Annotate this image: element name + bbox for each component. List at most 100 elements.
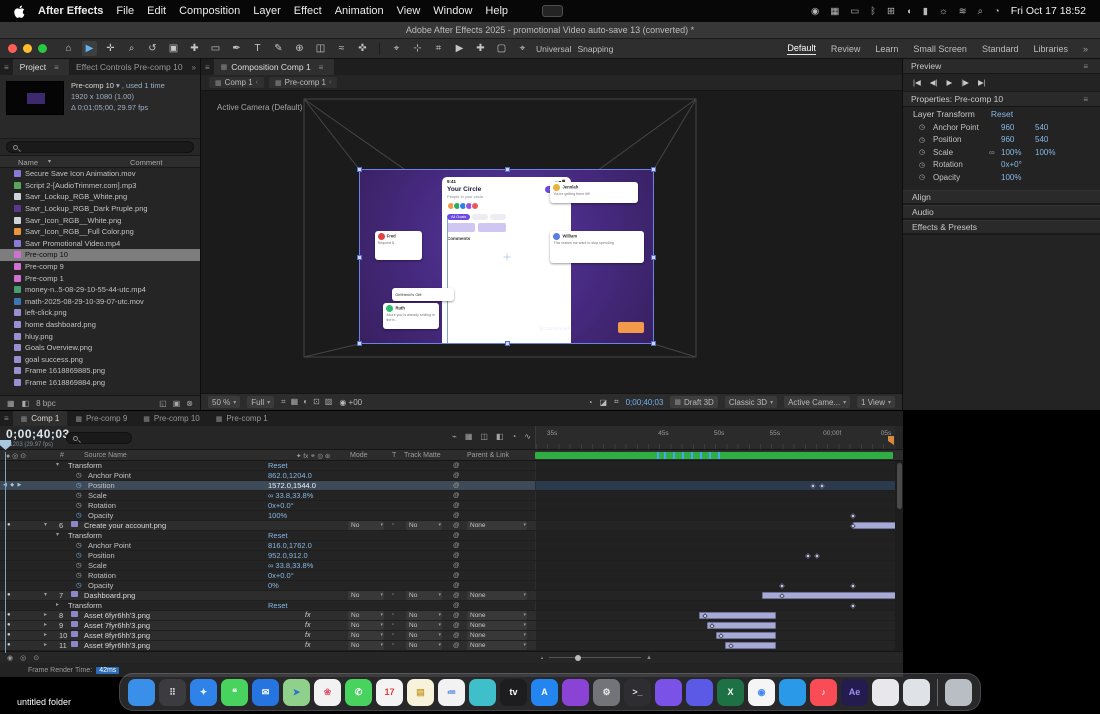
track-matte-toggle[interactable]: ▫ (392, 521, 394, 530)
property-value[interactable]: ∞ 33.8,33.8% (268, 561, 313, 570)
parent-link-dropdown[interactable]: None (467, 631, 527, 640)
motion-blur-icon[interactable]: ◔ (512, 432, 517, 441)
draft-3d-icon[interactable]: ▦ (465, 432, 473, 441)
previous-frame-button[interactable]: ◀| (930, 78, 938, 87)
property-label[interactable]: Opacity (88, 581, 113, 590)
timeline-tab[interactable]: ▦ Pre-comp 9 (67, 411, 135, 426)
layer-duration-bar[interactable] (706, 622, 777, 629)
chrome-dock-icon[interactable]: ◉ (748, 678, 775, 706)
timeline-track[interactable] (535, 611, 903, 620)
blend-mode-dropdown[interactable]: No (348, 521, 384, 530)
blend-mode-dropdown[interactable]: No (348, 621, 384, 630)
safe-guides-icon[interactable]: ⌗ (281, 397, 286, 407)
region-of-interest-icon[interactable]: ⊡ (313, 397, 320, 407)
selection-handle[interactable] (504, 341, 510, 346)
stopwatch-icon[interactable]: ◷ (76, 481, 82, 490)
twirl-icon[interactable]: ▸ (44, 641, 47, 650)
transparency-grid-icon[interactable]: ▨ (325, 397, 333, 407)
zoom-out-icon[interactable]: ▲ (540, 655, 544, 660)
property-value[interactable]: 540 (1035, 135, 1069, 144)
exposure-control[interactable]: ◉ +00 (339, 398, 362, 407)
property-value[interactable]: ∞ 33.8,33.8% (268, 491, 313, 500)
property-value[interactable]: 0x+0° (1001, 160, 1035, 169)
volume-icon[interactable]: ◖ (906, 6, 912, 17)
timeline-property-row[interactable]: ◷ Anchor Point 862.0,1204.0 @ (0, 471, 903, 481)
apple-menu-icon[interactable] (14, 4, 25, 18)
layer-source-name[interactable]: Asset 7fyr6hh'3.png (84, 621, 150, 630)
freeform-dock-icon[interactable] (469, 678, 496, 706)
properties-panel-header[interactable]: Properties: Pre-comp 10 ≡ (903, 92, 1100, 107)
stage-manager-icon[interactable]: ▦ (830, 6, 839, 17)
launchpad-dock-icon[interactable]: ⠿ (159, 678, 186, 706)
property-label[interactable]: Anchor Point (88, 541, 131, 550)
track-matte-toggle[interactable]: ▫ (392, 641, 394, 650)
project-item[interactable]: hluy.png (0, 330, 200, 342)
more-tabs-icon[interactable]: » (188, 63, 200, 72)
timeline-layer-row[interactable]: ● ▾ 7 Dashboard.png No ▫ No @ None (0, 591, 903, 601)
fast-previews-icon[interactable]: ◪ (600, 398, 608, 407)
track-matte-toggle[interactable]: ▫ (392, 631, 394, 640)
property-label[interactable]: Position (88, 551, 115, 560)
column-mode[interactable]: Mode (350, 452, 368, 459)
renderer-dropdown[interactable]: Classic 3D ▾ (724, 396, 778, 408)
layer-visibility-icon[interactable]: ● (7, 641, 11, 650)
snap-target-icon[interactable]: ⌖ (515, 41, 530, 56)
expand-layers-icon[interactable]: ◉ (7, 654, 13, 662)
reset-link[interactable]: Reset (268, 461, 288, 470)
channels-icon[interactable]: ◐ (303, 397, 308, 407)
workspace-tab[interactable]: Learn (875, 44, 898, 54)
parent-pickwhip-icon[interactable]: @ (453, 521, 460, 530)
composition-viewer[interactable]: Active Camera (Default) 9:41 ▂▄▆ Your Ci… (201, 91, 902, 393)
delete-icon[interactable]: ⊗ (186, 399, 193, 408)
blend-mode-dropdown[interactable]: No (348, 641, 384, 650)
universal-mode-label[interactable]: Universal (536, 44, 571, 54)
property-label[interactable]: Scale (88, 561, 107, 570)
breadcrumb-comp[interactable]: ▦ Comp 1 ‹ (209, 77, 264, 88)
property-value[interactable]: 0x+0.0° (268, 501, 294, 510)
trash-dock-icon[interactable] (945, 678, 972, 706)
property-group-label[interactable]: Transform (68, 461, 102, 470)
timeline-zoom-slider[interactable]: ▲ ▲ (540, 654, 652, 661)
home-tool[interactable]: ⌂ (61, 41, 76, 56)
vscode-dock-icon[interactable] (779, 678, 806, 706)
track-matte-dropdown[interactable]: No (406, 641, 442, 650)
property-pickwhip-icon[interactable]: @ (453, 461, 460, 470)
workspace-tab[interactable]: Libraries (1033, 44, 1068, 54)
excel-dock-icon[interactable]: X (717, 678, 744, 706)
menu-item[interactable]: View (397, 5, 421, 17)
twirl-icon[interactable]: ▸ (56, 601, 59, 610)
pixel-aspect-icon[interactable]: ⌗ (614, 397, 619, 407)
effects-active-icon[interactable]: fx (305, 631, 310, 640)
panel-section-header[interactable]: Effects & Presets (903, 219, 1100, 235)
property-pickwhip-icon[interactable]: @ (453, 541, 460, 550)
layer-duration-bar[interactable] (715, 632, 777, 639)
type-tool[interactable]: T (250, 41, 265, 56)
view-layout-dropdown[interactable]: 1 View ▾ (857, 396, 895, 408)
timeline-layer-row[interactable]: ● ▸ 11 Asset 9fyr6hh'3.png fx No ▫ No @ None (0, 641, 903, 651)
battery-icon[interactable]: ▮ (923, 6, 928, 17)
project-item[interactable]: goal success.png (0, 354, 200, 366)
property-pickwhip-icon[interactable]: @ (453, 481, 460, 490)
tab-effect-controls[interactable]: Effect Controls Pre-comp 10 (69, 59, 188, 75)
zoom-in-icon[interactable]: ▲ (646, 655, 652, 661)
iphone-mirroring-dock-icon[interactable] (655, 678, 682, 706)
workspace-tab[interactable]: Small Screen (913, 44, 967, 54)
property-label[interactable]: Opacity (88, 511, 113, 520)
timeline-track[interactable] (535, 581, 903, 590)
property-pickwhip-icon[interactable]: @ (453, 501, 460, 510)
stopwatch-icon[interactable]: ◷ (76, 541, 82, 550)
hand-tool[interactable]: ✛ (103, 41, 118, 56)
timeline-track[interactable] (535, 511, 903, 520)
timeline-track[interactable] (535, 471, 903, 480)
motion-blur-toggle-icon[interactable]: ⊙ (33, 654, 39, 662)
panel-menu-icon[interactable]: ≡ (1079, 62, 1092, 71)
timeline-layer-row[interactable]: ● ▸ 9 Asset 7fyr6hh'3.png fx No ▫ No @ None (0, 621, 903, 631)
screen-mirroring-icon[interactable]: ⊞ (887, 6, 895, 17)
first-frame-button[interactable]: |◀ (913, 78, 921, 87)
timeline-search-input[interactable] (66, 432, 132, 444)
column-track-matte[interactable]: Track Matte (404, 452, 441, 459)
property-pickwhip-icon[interactable]: @ (453, 531, 460, 540)
project-item[interactable]: Savr_Icon_RGB__Full Color.png (0, 226, 200, 238)
timeline-property-row[interactable]: ◷ Opacity 0% @ (0, 581, 903, 591)
timeline-track[interactable] (535, 571, 903, 580)
